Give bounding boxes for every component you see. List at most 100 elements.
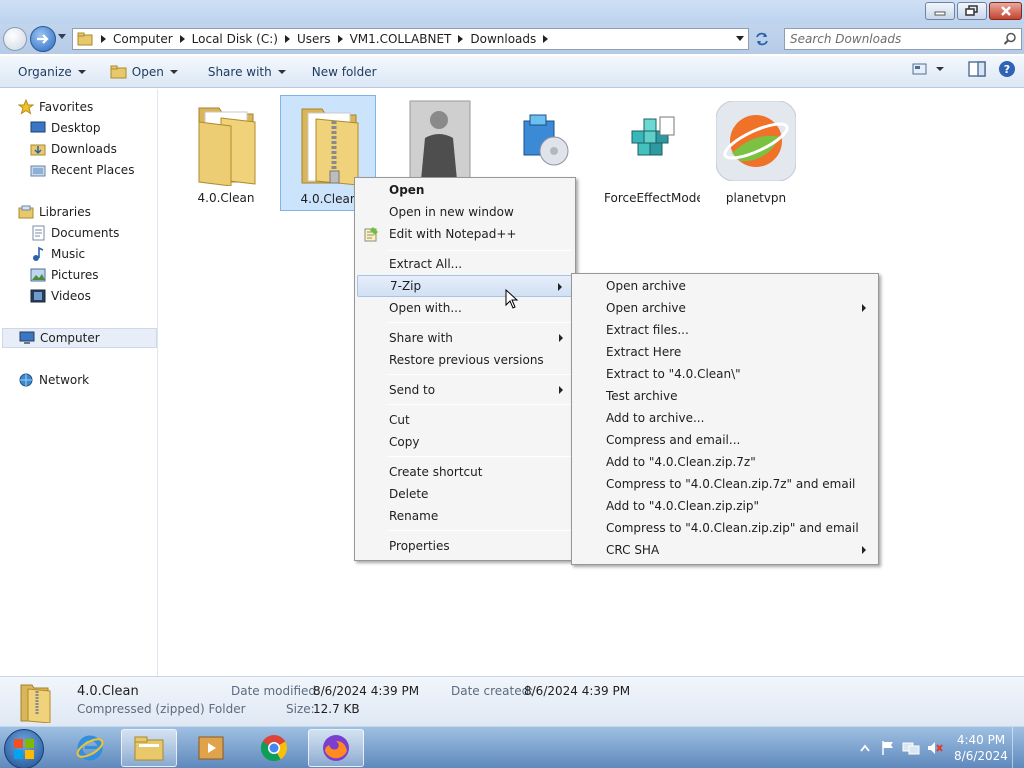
taskbar-firefox[interactable] [308,729,364,767]
close-icon [1000,6,1011,16]
recent-pages-dropdown[interactable] [58,34,66,40]
submenu-open-archive-more[interactable]: Open archive [574,297,876,319]
menu-create-shortcut[interactable]: Create shortcut [357,461,573,483]
breadcrumb-user-folder[interactable]: VM1.COLLABNET [347,29,455,49]
pictures-icon [30,267,46,283]
help-icon[interactable]: ? [998,60,1016,78]
clock-time: 4:40 PM [956,733,1006,747]
nav-label: Recent Places [51,163,135,177]
submenu-test-archive[interactable]: Test archive [574,385,876,407]
details-created-value: 8/6/2024 4:39 PM [524,684,631,698]
menu-separator [387,404,571,405]
start-button[interactable] [4,729,44,768]
action-center-flag-icon[interactable] [880,740,896,756]
show-desktop-button[interactable] [1012,727,1024,768]
nav-label: Documents [51,226,120,240]
file-item-folder[interactable]: 4.0.Clean [178,95,274,211]
file-name: 4.0.Clean [197,191,255,205]
breadcrumb-separator[interactable] [97,35,110,43]
menu-cut[interactable]: Cut [357,409,573,431]
preview-pane-icon[interactable] [968,61,986,77]
submenu-arrow-icon [862,304,866,312]
share-with-button[interactable]: Share with [200,60,294,84]
network-status-icon[interactable] [902,740,920,756]
installer-icon [504,97,584,185]
new-folder-label: New folder [311,64,377,79]
submenu-compress-7z-email[interactable]: Compress to "4.0.Clean.zip.7z" and email [574,473,876,495]
taskbar-file-explorer[interactable] [121,729,177,767]
command-bar: Organize Open Share with New folder ? [0,56,1024,88]
menu-share-with[interactable]: Share with [357,327,573,349]
nav-label: Music [51,247,86,261]
taskbar-chrome[interactable] [246,729,302,767]
breadcrumb-separator[interactable] [281,35,294,43]
menu-delete[interactable]: Delete [357,483,573,505]
taskbar-media-player[interactable] [183,729,239,767]
menu-open-with[interactable]: Open with... [357,297,573,319]
clock[interactable]: 4:40 PM 8/6/2024 [950,732,1012,764]
breadcrumb-computer[interactable]: Computer [110,29,176,49]
breadcrumb-separator[interactable] [176,35,189,43]
menu-edit-notepad-label: Edit with Notepad++ [389,227,517,241]
menu-send-to-label: Send to [389,383,436,397]
file-item-registry[interactable]: ForceEffectMode [604,95,700,211]
refresh-button[interactable] [751,29,773,49]
restore-button[interactable] [957,2,987,20]
submenu-add-to-7z[interactable]: Add to "4.0.Clean.zip.7z" [574,451,876,473]
organize-button[interactable]: Organize [10,60,94,84]
address-bar[interactable]: Computer Local Disk (C:) Users VM1.COLLA… [72,28,749,50]
nav-network[interactable]: Network [18,370,175,390]
menu-open-new-window[interactable]: Open in new window [357,201,573,223]
file-item-planetvpn[interactable]: planetvpn [708,95,804,211]
search-icon[interactable] [1003,32,1017,46]
submenu-compress-zip-email[interactable]: Compress to "4.0.Clean.zip.zip" and emai… [574,517,876,539]
menu-rename[interactable]: Rename [357,505,573,527]
change-view-button[interactable] [912,62,944,76]
breadcrumb-separator[interactable] [334,35,347,43]
submenu-extract-here[interactable]: Extract Here [574,341,876,363]
menu-7zip[interactable]: 7-Zip [357,275,573,297]
menu-copy[interactable]: Copy [357,431,573,453]
breadcrumb-downloads[interactable]: Downloads [467,29,539,49]
submenu-add-to-archive[interactable]: Add to archive... [574,407,876,429]
submenu-compress-email[interactable]: Compress and email... [574,429,876,451]
address-history-dropdown[interactable] [736,36,744,42]
nav-libraries[interactable]: Libraries [18,202,175,222]
menu-edit-notepad[interactable]: Edit with Notepad++ [357,223,573,245]
menu-properties[interactable]: Properties [357,535,573,557]
submenu-extract-files[interactable]: Extract files... [574,319,876,341]
star-icon [18,99,34,115]
nav-computer[interactable]: Computer [2,328,157,348]
new-folder-button[interactable]: New folder [304,60,385,84]
submenu-add-to-zip[interactable]: Add to "4.0.Clean.zip.zip" [574,495,876,517]
open-folder-icon [110,65,127,78]
menu-extract-all[interactable]: Extract All... [357,253,573,275]
menu-open[interactable]: Open [357,179,573,201]
submenu-arrow-icon [558,283,562,291]
breadcrumb-local-disk[interactable]: Local Disk (C:) [189,29,281,49]
breadcrumb-separator[interactable] [454,35,467,43]
file-name: planetvpn [725,191,787,205]
show-hidden-icons-icon[interactable] [860,744,870,752]
music-icon [30,246,46,262]
submenu-arrow-icon [862,546,866,554]
close-button[interactable] [989,2,1022,20]
menu-restore-previous[interactable]: Restore previous versions [357,349,573,371]
submenu-open-archive[interactable]: Open archive [574,275,876,297]
menu-send-to[interactable]: Send to [357,379,573,401]
menu-share-with-label: Share with [389,331,453,345]
forward-button[interactable] [30,26,56,52]
submenu-crc-sha[interactable]: CRC SHA [574,539,876,561]
nav-favorites[interactable]: Favorites [18,97,175,117]
submenu-crc-sha-label: CRC SHA [606,543,660,557]
breadcrumb-users[interactable]: Users [294,29,334,49]
volume-muted-icon[interactable] [926,740,944,756]
taskbar-internet-explorer[interactable] [62,729,118,767]
submenu-extract-to-folder[interactable]: Extract to "4.0.Clean\" [574,363,876,385]
back-button[interactable] [3,27,27,51]
search-input[interactable]: Search Downloads [784,28,1022,50]
breadcrumb-separator[interactable] [539,35,552,43]
minimize-button[interactable] [925,2,955,20]
open-button[interactable]: Open [102,60,186,84]
nav-label: Videos [51,289,91,303]
